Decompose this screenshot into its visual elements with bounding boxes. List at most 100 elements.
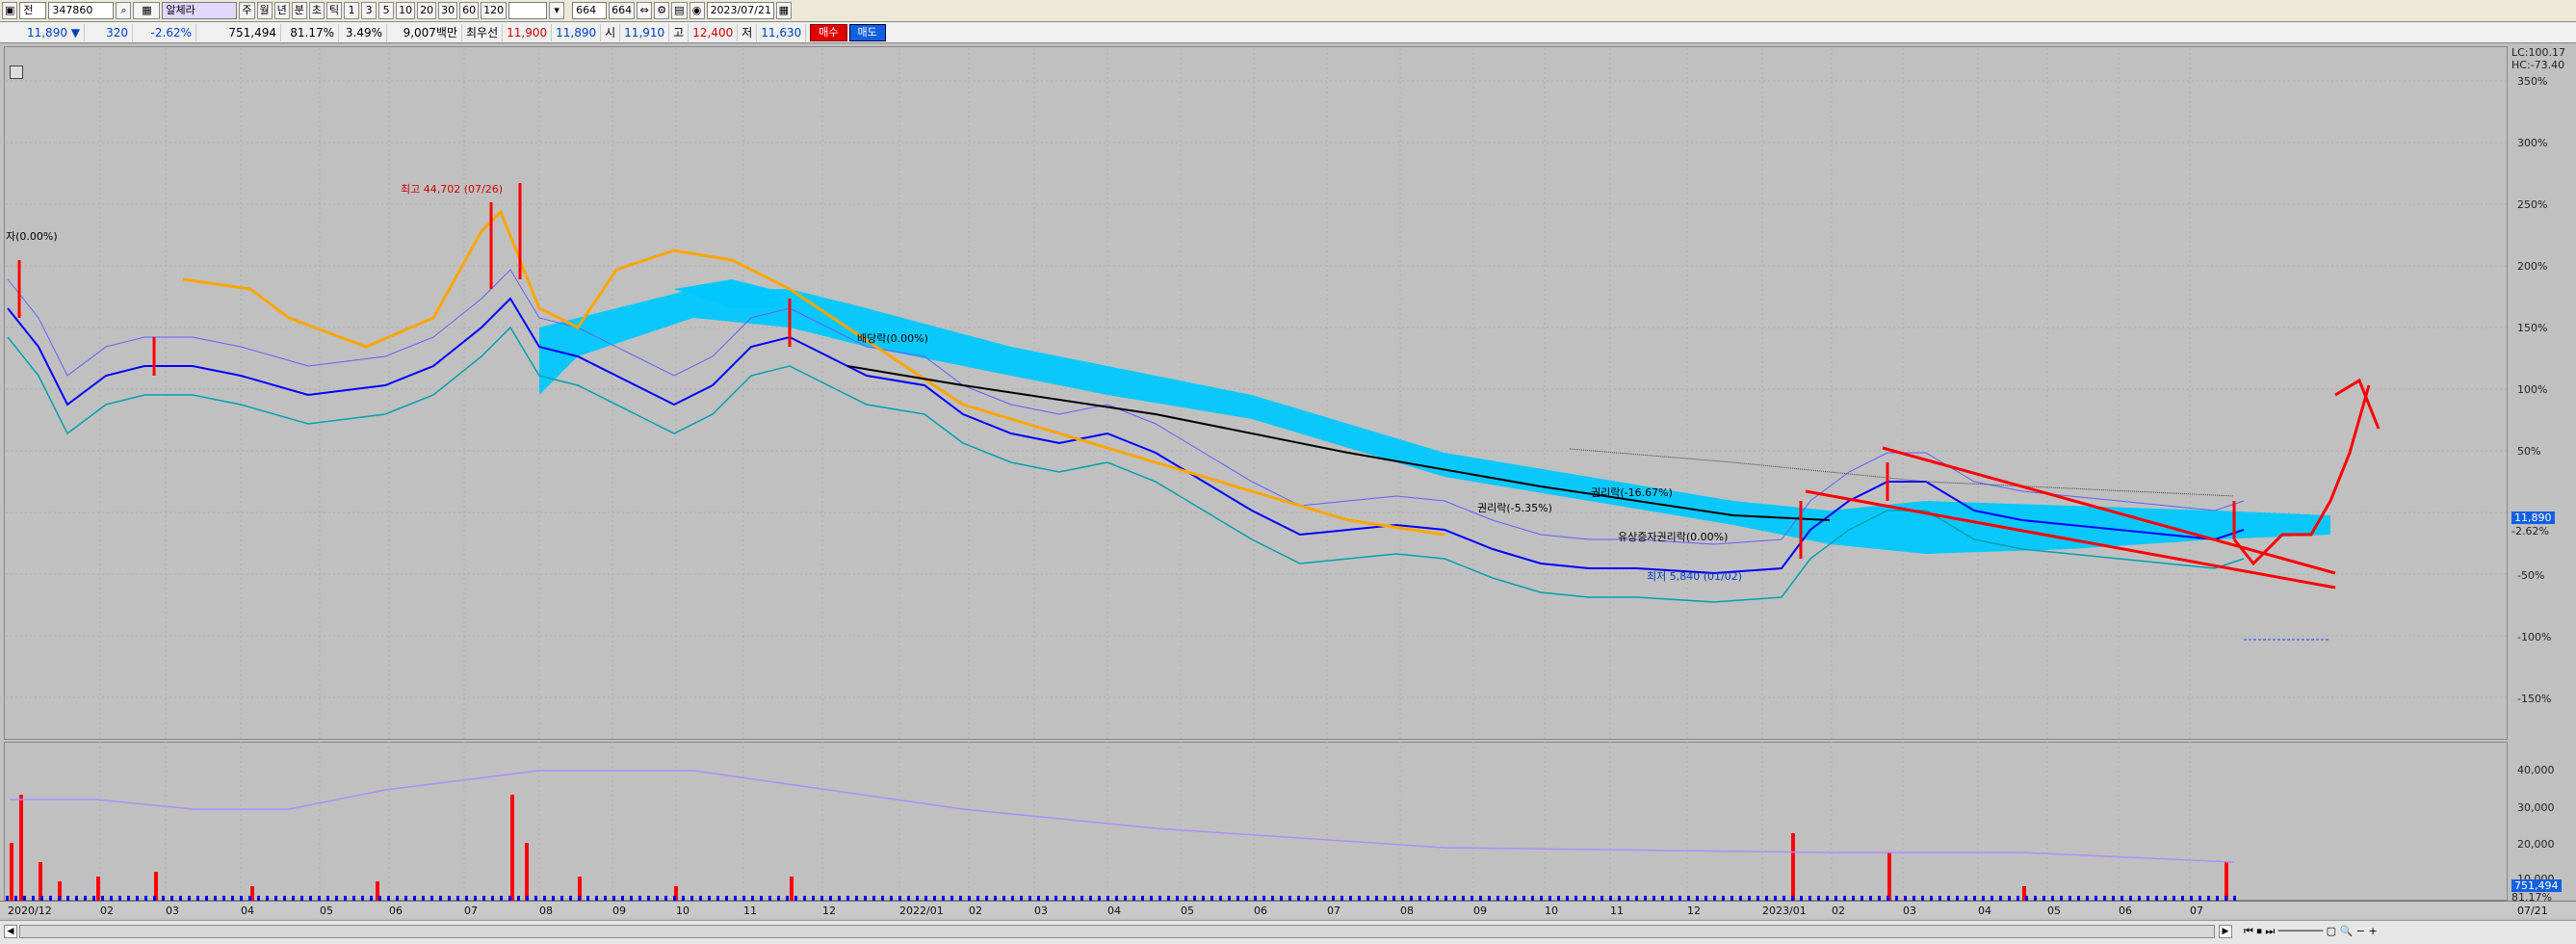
high-price: 12,400 xyxy=(689,23,739,41)
x-tick-label: 05 xyxy=(2047,905,2061,917)
vol-tick: 30,000 xyxy=(2517,801,2555,814)
chart-toolbar: ▣ 전 347860 ⌕ ▦ 알체라 주 월 년 분 초 틱 1 3 5 10 … xyxy=(0,0,2576,22)
search-icon[interactable]: ⌕ xyxy=(116,2,132,19)
period-week[interactable]: 주 xyxy=(239,2,255,19)
price-chart-pane[interactable] xyxy=(4,46,2508,740)
pct-tick: 100% xyxy=(2517,383,2548,396)
x-tick-label: 03 xyxy=(1034,905,1048,917)
hc-label: HC:-73.40 xyxy=(2511,59,2565,71)
pct-tick: 250% xyxy=(2517,198,2548,211)
zoom-icon[interactable]: ⇔ xyxy=(637,2,653,19)
color-icon[interactable]: ◉ xyxy=(689,2,705,19)
data-count-total: 664 xyxy=(609,2,636,19)
chevron-down-icon[interactable]: ▾ xyxy=(549,2,565,19)
x-tick-label: 07/21 xyxy=(2517,905,2548,917)
x-tick-label: 07 xyxy=(1327,905,1340,917)
rights-annotation-2: 권리락(-16.67%) xyxy=(1591,486,1673,499)
period-combo[interactable]: 전 xyxy=(19,2,47,19)
price-change: 320 xyxy=(85,23,133,41)
minute-1[interactable]: 1 xyxy=(344,2,360,19)
stock-name-field[interactable]: 알체라 xyxy=(162,2,238,19)
period-year[interactable]: 년 xyxy=(273,2,290,19)
x-tick-label: 06 xyxy=(2119,905,2132,917)
high-label: 고 xyxy=(669,23,690,41)
turnover-pct: 3.49% xyxy=(339,23,387,41)
open-label: 시 xyxy=(601,23,621,41)
x-tick-label: 04 xyxy=(1107,905,1121,917)
high-annotation: 최고 44,702 (07/26) xyxy=(401,183,504,196)
lc-label: LC:100.17 xyxy=(2511,46,2566,59)
chart-icon[interactable]: ▦ xyxy=(133,2,161,19)
date-input[interactable]: 2023/07/21 xyxy=(706,2,774,19)
x-tick-label: 08 xyxy=(1400,905,1414,917)
period-tick[interactable]: 틱 xyxy=(326,2,343,19)
volume-ratio: 81.17% xyxy=(281,23,339,41)
vol-tick: 40,000 xyxy=(2517,764,2555,776)
low-price: 11,630 xyxy=(757,23,807,41)
x-tick-label: 03 xyxy=(166,905,179,917)
volume-chart-pane[interactable] xyxy=(4,742,2508,901)
sell-button[interactable]: 매도 xyxy=(848,23,886,41)
pct-tick: -150% xyxy=(2517,693,2552,705)
x-tick-label: 02 xyxy=(100,905,114,917)
x-tick-label: 07 xyxy=(2190,905,2203,917)
minute-5[interactable]: 5 xyxy=(378,2,395,19)
x-tick-label: 11 xyxy=(1610,905,1624,917)
rights-annotation-1: 권리락(-5.35%) xyxy=(1477,502,1552,514)
chart-menu-icon[interactable]: ▣ xyxy=(2,2,18,19)
minute-20[interactable]: 20 xyxy=(417,2,437,19)
pct-tick: 50% xyxy=(2517,445,2541,458)
vol-tick: 20,000 xyxy=(2517,838,2555,851)
pct-tick: -50% xyxy=(2517,569,2545,582)
minute-3[interactable]: 3 xyxy=(361,2,377,19)
best-ask-2: 11,890 xyxy=(552,23,602,41)
minute-custom-input[interactable] xyxy=(508,2,548,19)
x-tick-label: 04 xyxy=(1978,905,1991,917)
x-tick-label: 12 xyxy=(1687,905,1701,917)
x-tick-label: 05 xyxy=(320,905,333,917)
period-month[interactable]: 월 xyxy=(256,2,273,19)
x-tick-label: 02 xyxy=(969,905,982,917)
zoom-controls[interactable]: ⏮ ⏹ ⏭ ─────── ▢ 🔍 − + xyxy=(2244,925,2378,938)
volume: 751,494 xyxy=(196,23,281,41)
minute-10[interactable]: 10 xyxy=(396,2,416,19)
pct-tick: 350% xyxy=(2517,75,2548,88)
save-icon[interactable]: ▤ xyxy=(671,2,688,19)
minute-60[interactable]: 60 xyxy=(459,2,480,19)
dividend-annotation: 배당락(0.00%) xyxy=(857,332,928,345)
pct-tick: 150% xyxy=(2517,322,2548,334)
x-tick-label: 09 xyxy=(1473,905,1487,917)
scroll-right-icon[interactable]: ▶ xyxy=(2219,925,2232,938)
open-price: 11,910 xyxy=(620,23,670,41)
low-label: 저 xyxy=(738,23,758,41)
pct-tick: -100% xyxy=(2517,631,2552,643)
scroll-thumb[interactable] xyxy=(19,925,2215,938)
period-minute[interactable]: 분 xyxy=(291,2,307,19)
period-second[interactable]: 초 xyxy=(308,2,325,19)
buy-button[interactable]: 매수 xyxy=(810,23,847,41)
stock-code-input[interactable]: 347860 xyxy=(48,2,115,19)
chart-scrollbar[interactable]: ◀ ▶ ⏮ ⏹ ⏭ ─────── ▢ 🔍 − + xyxy=(0,920,2576,944)
change-pct: -2.62% xyxy=(133,23,196,41)
scroll-left-icon[interactable]: ◀ xyxy=(4,925,17,938)
data-count-input[interactable]: 664 xyxy=(572,2,608,19)
x-tick-label: 03 xyxy=(1903,905,1916,917)
x-tick-label: 06 xyxy=(389,905,403,917)
start-annotation: 자(0.00%) xyxy=(6,230,58,243)
quote-bar: 11,890 ▼ 320 -2.62% 751,494 81.17% 3.49%… xyxy=(0,22,2576,43)
x-tick-label: 02 xyxy=(1832,905,1845,917)
x-tick-label: 2023/01 xyxy=(1762,905,1807,917)
minute-120[interactable]: 120 xyxy=(481,2,507,19)
x-tick-label: 05 xyxy=(1181,905,1194,917)
settings-icon[interactable]: ⚙ xyxy=(654,2,670,19)
current-price-label: 11,890 xyxy=(2511,511,2555,524)
x-tick-label: 08 xyxy=(539,905,553,917)
x-tick-label: 09 xyxy=(612,905,626,917)
current-pct-label: -2.62% xyxy=(2511,525,2549,538)
x-tick-label: 11 xyxy=(743,905,757,917)
calendar-icon[interactable]: ▦ xyxy=(775,2,792,19)
x-tick-label: 06 xyxy=(1254,905,1267,917)
x-tick-label: 07 xyxy=(464,905,478,917)
minute-30[interactable]: 30 xyxy=(438,2,458,19)
pct-tick: 300% xyxy=(2517,137,2548,149)
